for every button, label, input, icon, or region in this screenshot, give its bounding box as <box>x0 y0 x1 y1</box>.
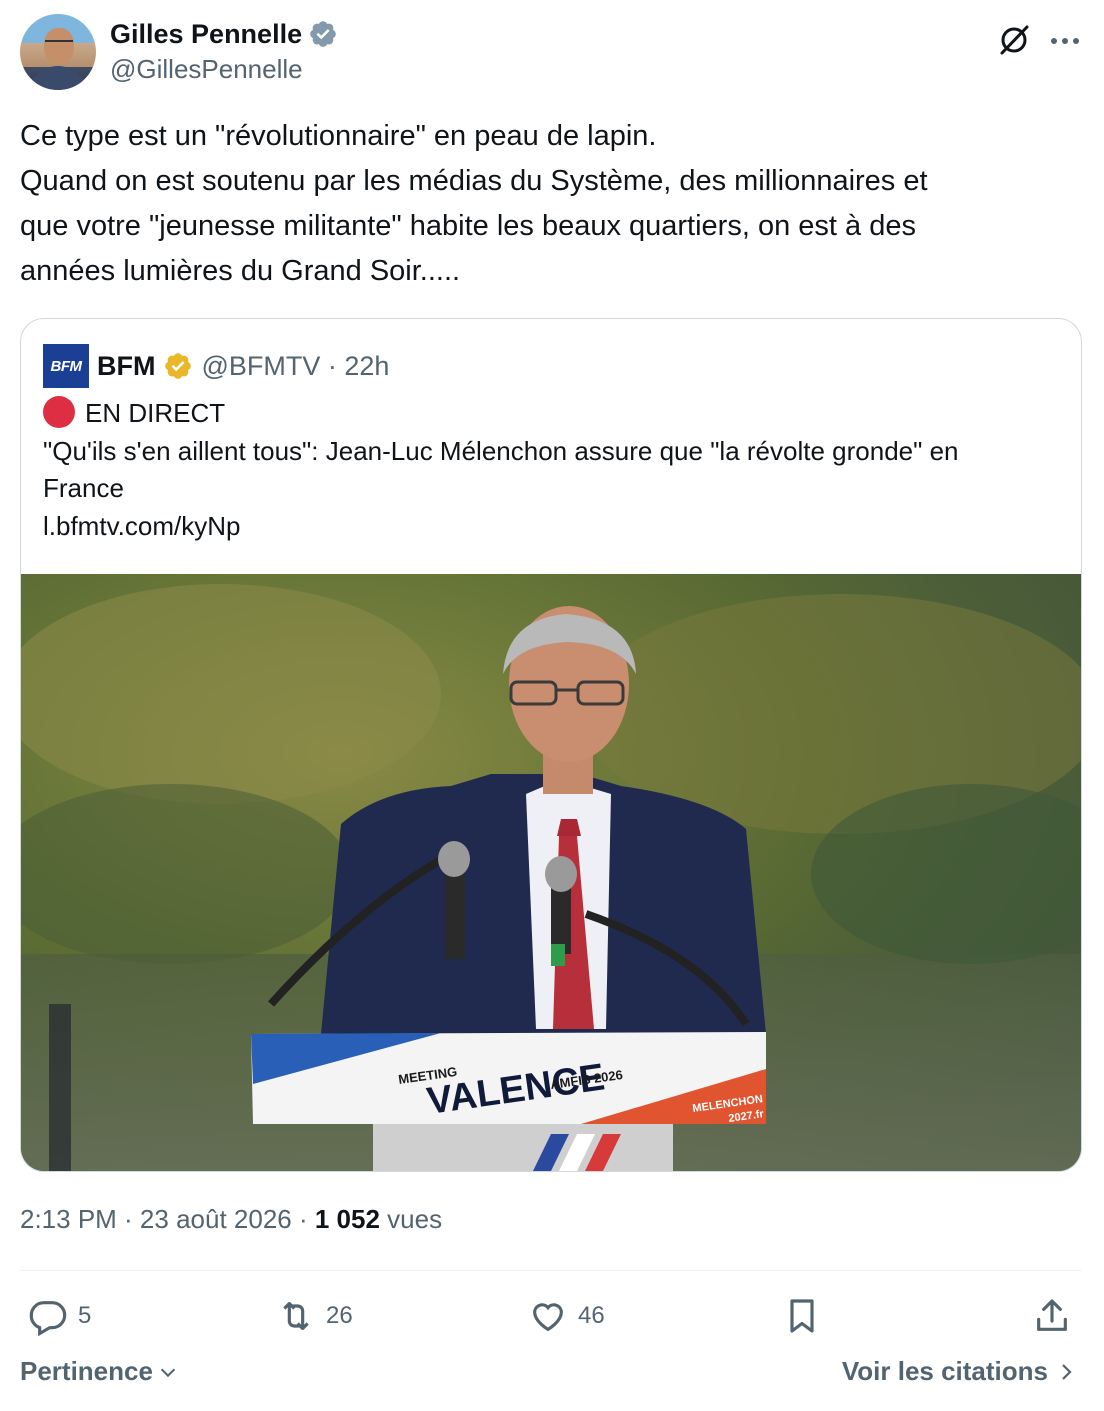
repost-count: 26 <box>326 1302 353 1329</box>
repost-icon <box>283 1301 309 1331</box>
view-quotes-link[interactable]: Voir les citations <box>842 1356 1076 1387</box>
quoted-tweet-card[interactable]: BFM BFM @BFMTV · 22h EN DIRECT "Qu'ils s… <box>20 318 1082 1172</box>
author-avatar[interactable] <box>20 14 96 90</box>
tweet-text-line: Ce type est un "révolutionnaire" en peau… <box>20 120 657 152</box>
timestamp[interactable]: 2:13 PM · 23 août 2026 · <box>20 1204 315 1234</box>
tweet-text-line: années lumières du Grand Soir..... <box>20 255 461 287</box>
grok-icon[interactable] <box>996 22 1032 58</box>
sort-dropdown[interactable]: Pertinence <box>20 1356 179 1387</box>
sort-label: Pertinence <box>20 1356 153 1386</box>
quoted-text-line: France <box>43 473 124 503</box>
bookmark-button[interactable] <box>782 1290 822 1342</box>
like-button[interactable]: 46 <box>528 1290 605 1342</box>
more-options-icon[interactable] <box>1048 26 1082 56</box>
tweet-meta: 2:13 PM · 23 août 2026 · 1 052 vues <box>20 1204 442 1235</box>
bfm-logo[interactable]: BFM <box>43 344 89 388</box>
reply-button[interactable]: 5 <box>28 1290 91 1342</box>
author-name[interactable]: Gilles Pennelle <box>110 19 302 50</box>
like-count: 46 <box>578 1302 605 1329</box>
heart-icon <box>533 1303 563 1332</box>
author-name-row: Gilles Pennelle <box>110 16 338 52</box>
views-label: vues <box>379 1204 443 1234</box>
red-circle-icon <box>43 396 75 428</box>
chevron-right-icon <box>1062 1363 1072 1380</box>
quoted-tweet-image[interactable]: MEETING VALENCE AMFIS 2026 MELENCHON 202… <box>21 574 1081 1171</box>
quoted-text-line: "Qu'ils s'en aillent tous": Jean-Luc Mél… <box>43 435 959 466</box>
repost-button[interactable]: 26 <box>276 1290 353 1342</box>
reply-count: 5 <box>78 1302 92 1329</box>
bookmark-icon <box>790 1299 814 1333</box>
replies-footer: Pertinence Voir les citations <box>20 1356 1082 1396</box>
verified-gold-badge-icon <box>165 353 192 379</box>
quoted-handle-time[interactable]: @BFMTV · 22h <box>201 351 389 382</box>
live-label: EN DIRECT <box>85 398 226 428</box>
verified-badge-icon <box>310 21 336 47</box>
share-button[interactable] <box>1032 1290 1072 1342</box>
views-count: 1 052 <box>314 1204 380 1234</box>
divider <box>20 1270 1082 1271</box>
tweet-header: Gilles Pennelle @GillesPennelle <box>20 14 1084 94</box>
tweet-text-line: que votre "jeunesse militante" habite le… <box>20 210 916 242</box>
tweet-text-line: Quand on est soutenu par les médias du S… <box>20 165 928 197</box>
view-quotes-label: Voir les citations <box>841 1356 1048 1386</box>
quoted-tweet-text: EN DIRECT "Qu'ils s'en aillent tous": Je… <box>43 395 1063 545</box>
share-icon <box>1037 1299 1067 1331</box>
chevron-down-icon <box>160 1368 176 1377</box>
action-bar: 5 26 46 <box>20 1290 1082 1342</box>
author-handle[interactable]: @GillesPennelle <box>110 54 303 85</box>
quoted-author-name[interactable]: BFM <box>97 351 155 382</box>
tweet-text: Ce type est un "révolutionnaire" en peau… <box>20 114 1082 294</box>
reply-icon <box>29 1301 67 1336</box>
quoted-tweet-header: BFM BFM @BFMTV · 22h <box>43 343 389 389</box>
quoted-link[interactable]: l.bfmtv.com/kyNp <box>43 508 1063 546</box>
